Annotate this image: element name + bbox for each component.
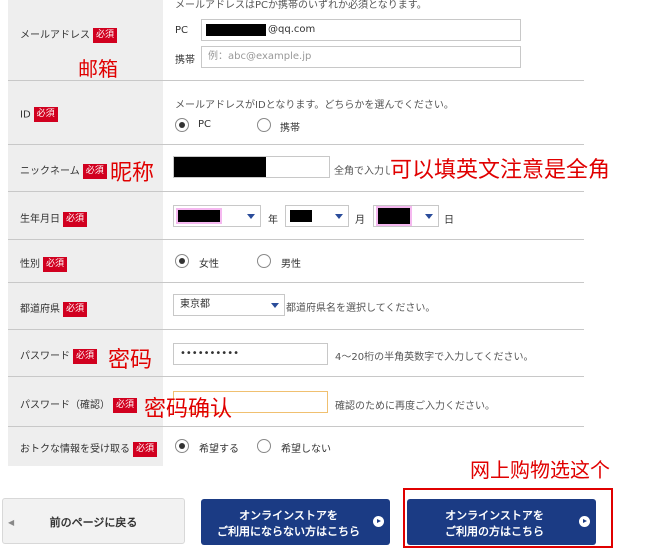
mobile-email-field[interactable]: 例：abc@example.jp [201,46,521,68]
newsletter-no-radio[interactable] [257,439,271,453]
id-mobile-radio[interactable] [257,118,271,132]
newsletter-label: おトクな情報を受け取る [20,444,130,455]
pc-email-value: @qq.com [268,24,316,35]
annotation-password-confirm: 密码确认 [144,397,233,422]
required-badge: 必須 [63,211,88,227]
chevron-down-icon [335,214,343,219]
required-badge: 必須 [63,301,88,317]
month-suffix: 月 [355,215,365,226]
newsletter-yes-label: 希望する [199,444,239,455]
required-badge: 必須 [43,256,68,272]
store-line2: ご利用の方はこちら [445,525,544,538]
prefecture-value: 東京都 [180,299,210,310]
prefecture-label: 都道府県 [20,304,60,315]
id-pc-label: PC [198,119,212,130]
gender-male-label: 男性 [281,259,301,270]
birthday-label: 生年月日 [20,214,60,225]
gender-row: 性別 必須 女性 男性 [8,240,584,283]
back-button[interactable]: ◀ 前のページに戻る [2,498,185,544]
newsletter-no-label: 希望しない [281,444,331,455]
annotation-email: 邮箱 [78,57,118,81]
annotation-online-store: 网上购物选这个 [470,458,610,482]
chevron-down-icon [271,303,279,308]
annotation-nickname: 昵称 [110,161,155,186]
no-online-store-button[interactable]: オンラインストアを ご利用にならない方はこちら [201,499,390,545]
redacted-block [174,157,266,177]
chevron-down-icon [425,214,433,219]
nickname-field[interactable] [173,156,330,178]
required-badge: 必須 [113,397,138,413]
online-store-button[interactable]: オンラインストアを ご利用の方はこちら [407,499,596,545]
id-label: ID [20,109,31,121]
required-badge: 必須 [82,163,107,179]
newsletter-yes-radio[interactable] [175,439,189,453]
nickname-label: ニックネーム [20,166,80,177]
password-note: 4～20桁の半角英数字で入力してください。 [335,352,534,363]
chevron-right-icon [579,516,590,527]
pc-email-field[interactable]: @qq.com [201,19,521,41]
chevron-right-icon [373,516,384,527]
gender-female-radio[interactable] [175,254,189,268]
gender-label: 性別 [20,259,40,270]
required-badge: 必須 [33,107,58,122]
day-suffix: 日 [444,215,454,226]
redacted-block [290,210,312,222]
password-label: パスワード [20,351,70,362]
required-badge: 必須 [133,441,158,457]
id-note: メールアドレスがIDとなります。どちらかを選んでください。 [175,100,454,111]
back-button-label: 前のページに戻る [49,516,138,529]
birth-year-select[interactable] [173,205,261,227]
redacted-block [176,208,222,224]
email-note: メールアドレスはPCか携帯のいずれか必須となります。 [175,0,427,11]
gender-female-label: 女性 [199,259,219,270]
store-line1: オンラインストアを [445,509,544,522]
password-confirm-label: パスワード（確認） [20,400,110,411]
annotation-password: 密码 [108,348,153,373]
id-pc-radio[interactable] [175,118,189,132]
redacted-block [206,24,266,36]
mobile-email-label: 携帯 [175,55,195,66]
birthday-row: 生年月日 必須 年 月 日 [8,192,584,240]
chevron-down-icon [247,214,255,219]
prefecture-note: 都道府県名を選択してください。 [286,303,436,314]
birth-day-select[interactable] [373,205,439,227]
birth-month-select[interactable] [285,205,349,227]
no-store-line2: ご利用にならない方はこちら [217,525,360,538]
email-label: メールアドレス [20,30,90,41]
required-badge: 必須 [93,27,118,43]
gender-male-radio[interactable] [257,254,271,268]
prefecture-select[interactable]: 東京都 [173,294,285,316]
required-badge: 必須 [73,348,98,364]
pc-email-label: PC [175,25,189,36]
password-confirm-note: 確認のために再度ご入力ください。 [335,401,495,412]
no-store-line1: オンラインストアを [239,509,338,522]
id-mobile-label: 携帯 [280,123,300,134]
year-suffix: 年 [268,215,278,226]
password-field[interactable]: •••••••••• [173,343,328,365]
password-confirm-row: パスワード（確認） 必須 確認のために再度ご入力ください。 [8,377,584,427]
redacted-block [376,206,412,226]
password-row: パスワード 必須 •••••••••• 4～20桁の半角英数字で入力してください。 [8,330,584,377]
prefecture-row: 都道府県 必須 東京都 都道府県名を選択してください。 [8,283,584,330]
annotation-nickname-hint: 可以填英文注意是全角 [390,158,611,183]
nickname-note: 全角で入力してください。 [334,166,390,177]
id-row: ID 必須 メールアドレスがIDとなります。どちらかを選んでください。 PC 携帯 [8,81,584,145]
